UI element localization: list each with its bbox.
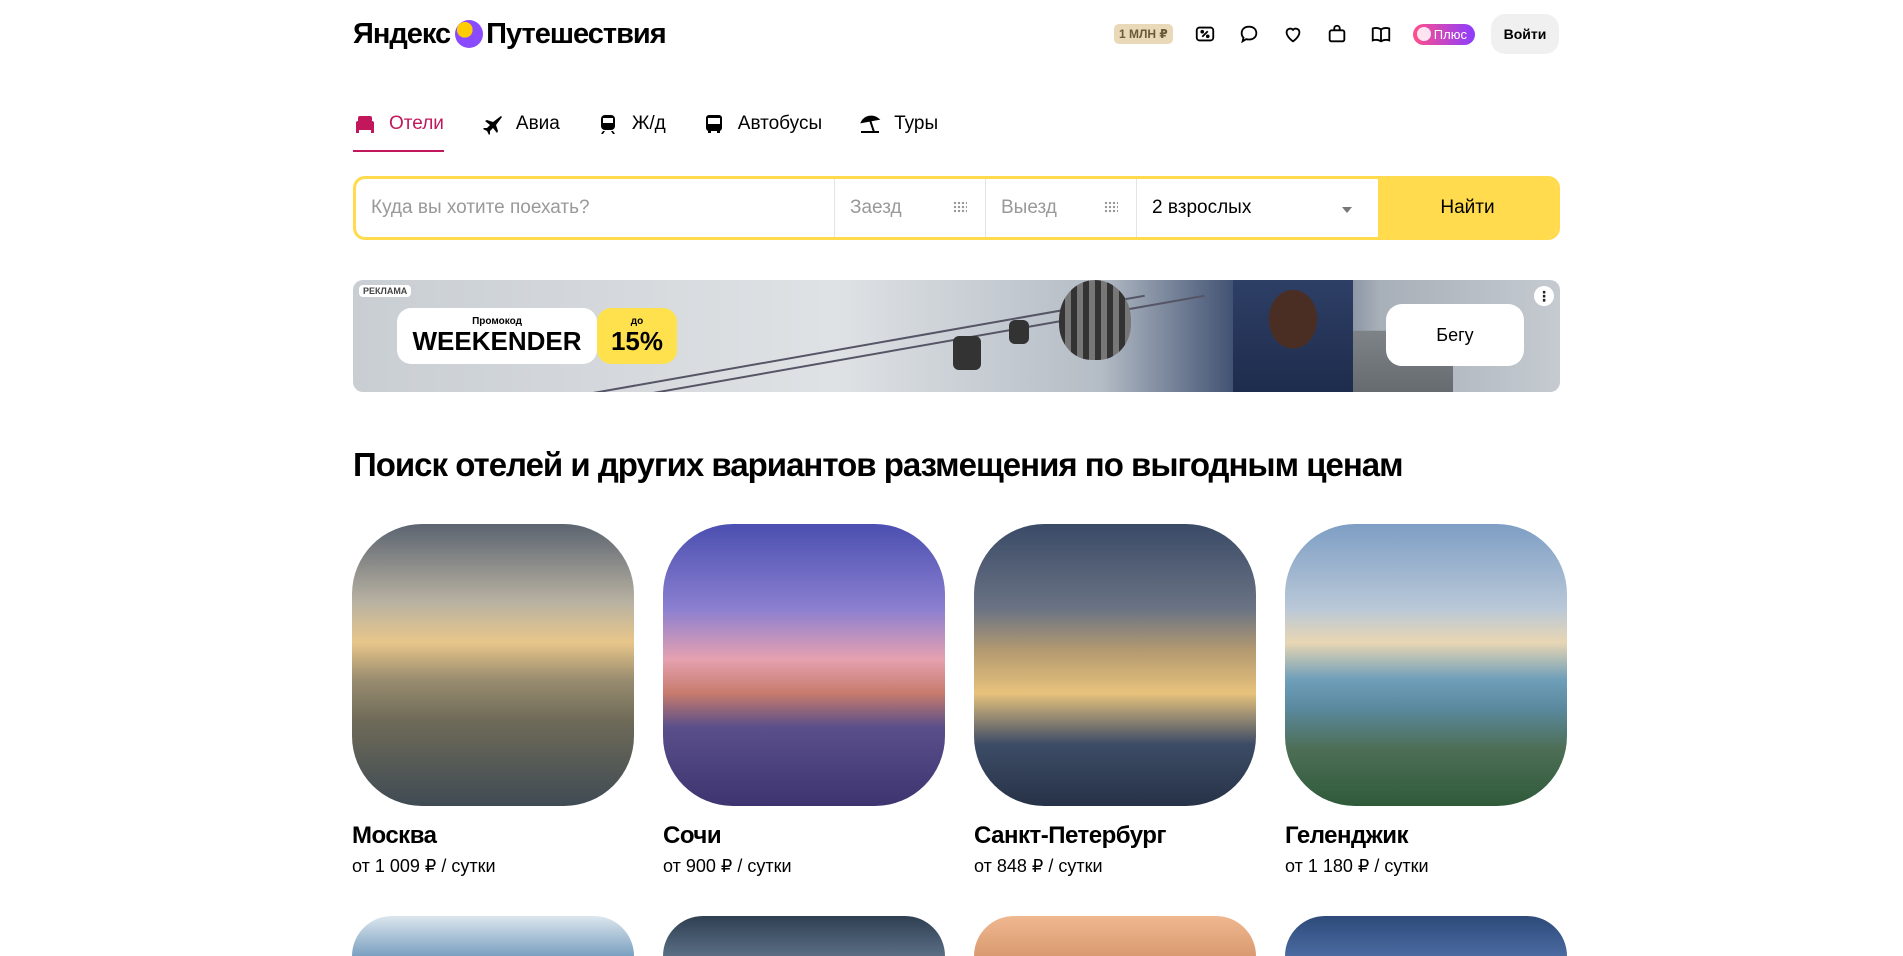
tab-hotels[interactable]: Отели (353, 108, 444, 152)
city-card-moscow[interactable]: Москва от 1 009 ₽ / сутки (352, 524, 634, 877)
logo-yandex-text: Яндекс (353, 17, 451, 50)
guests-select[interactable]: 2 взрослых (1137, 179, 1378, 237)
tab-label: Ж/д (631, 113, 666, 134)
discount-value: 15% (610, 326, 664, 356)
tab-label: Авиа (515, 113, 560, 134)
city-card-partial[interactable] (974, 916, 1256, 956)
ad-cta-button[interactable]: Бегу (1386, 304, 1524, 366)
tab-avia[interactable]: Авиа (480, 108, 560, 140)
tab-train[interactable]: Ж/д (596, 108, 666, 140)
city-card-partial[interactable] (663, 916, 945, 956)
service-tabs: Отели Авиа Ж/д Автобусы Туры (353, 108, 974, 152)
hotel-search-form: Куда вы хотите поехать? Заезд Выезд 2 вз… (353, 176, 1560, 240)
city-card-gelendzhik[interactable]: Геленджик от 1 180 ₽ / сутки (1285, 524, 1567, 877)
city-name: Санкт-Петербург (974, 822, 1166, 849)
tab-bus[interactable]: Автобусы (702, 108, 822, 140)
checkin-field[interactable]: Заезд (835, 179, 986, 237)
city-price: от 1 180 ₽ / сутки (1285, 856, 1429, 876)
city-photo (1285, 524, 1567, 806)
bag-icon[interactable] (1325, 22, 1349, 46)
plus-icon (1416, 27, 1431, 41)
city-price: от 900 ₽ / сутки (663, 856, 792, 876)
city-name: Геленджик (1285, 822, 1409, 849)
cable-car-image (1009, 320, 1029, 344)
city-photo (974, 524, 1256, 806)
promo-code: WEEKENDER (412, 326, 582, 356)
city-price: от 1 009 ₽ / сутки (352, 856, 496, 876)
logo-travel-text: Путешествия (486, 17, 666, 50)
destination-input[interactable]: Куда вы хотите поехать? (356, 179, 835, 237)
more-vertical-icon[interactable]: ⋮ (1534, 286, 1554, 306)
plus-label: Плюс (1433, 26, 1467, 42)
calendar-icon (953, 201, 967, 213)
train-icon (600, 115, 615, 134)
book-icon[interactable] (1369, 22, 1393, 46)
plane-icon (482, 116, 502, 135)
city-photo (352, 524, 634, 806)
tab-label: Отели (389, 113, 444, 134)
ad-banner[interactable]: РЕКЛАМА Промокод WEEKENDER до 15% Бегу ⋮ (353, 280, 1560, 392)
globe-icon (455, 20, 484, 48)
bus-icon (705, 115, 722, 133)
logo[interactable]: Яндекс Путешествия (353, 16, 667, 52)
checkout-field[interactable]: Выезд (986, 179, 1137, 237)
chevron-down-icon (1342, 207, 1352, 213)
tab-tours[interactable]: Туры (858, 108, 938, 140)
plus-badge[interactable]: Плюс (1412, 23, 1475, 45)
city-card-partial[interactable] (1285, 916, 1567, 956)
million-badge[interactable]: 1 МЛН ₽ (1114, 24, 1173, 44)
balloon-image (1059, 280, 1131, 360)
ad-tag: РЕКЛАМА (359, 285, 412, 297)
promo-code-box: Промокод WEEKENDER (397, 308, 597, 364)
login-button[interactable]: Войти (1490, 14, 1559, 54)
discount-box: до 15% (597, 308, 677, 364)
city-name: Москва (352, 822, 437, 849)
city-card-partial[interactable] (352, 916, 634, 956)
city-card-sochi[interactable]: Сочи от 900 ₽ / сутки (663, 524, 945, 877)
checkin-placeholder: Заезд (850, 197, 902, 218)
page-title: Поиск отелей и других вариантов размещен… (353, 446, 1404, 483)
beach-icon (860, 115, 881, 133)
city-card-spb[interactable]: Санкт-Петербург от 848 ₽ / сутки (974, 524, 1256, 877)
find-button[interactable]: Найти (1378, 179, 1557, 237)
heart-icon[interactable] (1281, 22, 1305, 46)
cable-car-image (953, 336, 981, 370)
tab-label: Автобусы (737, 113, 823, 134)
city-price: от 848 ₽ / сутки (974, 856, 1103, 876)
city-name: Сочи (663, 822, 722, 849)
checkout-placeholder: Выезд (1001, 197, 1057, 218)
calendar-icon (1104, 201, 1118, 213)
tab-label: Туры (894, 113, 939, 134)
guests-value: 2 взрослых (1152, 197, 1252, 218)
bed-icon (356, 116, 374, 133)
person-image (1233, 280, 1353, 392)
destination-placeholder: Куда вы хотите поехать? (371, 197, 590, 218)
header-actions: 1 МЛН ₽ Плюс Войти (1114, 14, 1559, 54)
discount-icon[interactable] (1193, 22, 1217, 46)
chat-icon[interactable] (1237, 22, 1261, 46)
city-photo (663, 524, 945, 806)
